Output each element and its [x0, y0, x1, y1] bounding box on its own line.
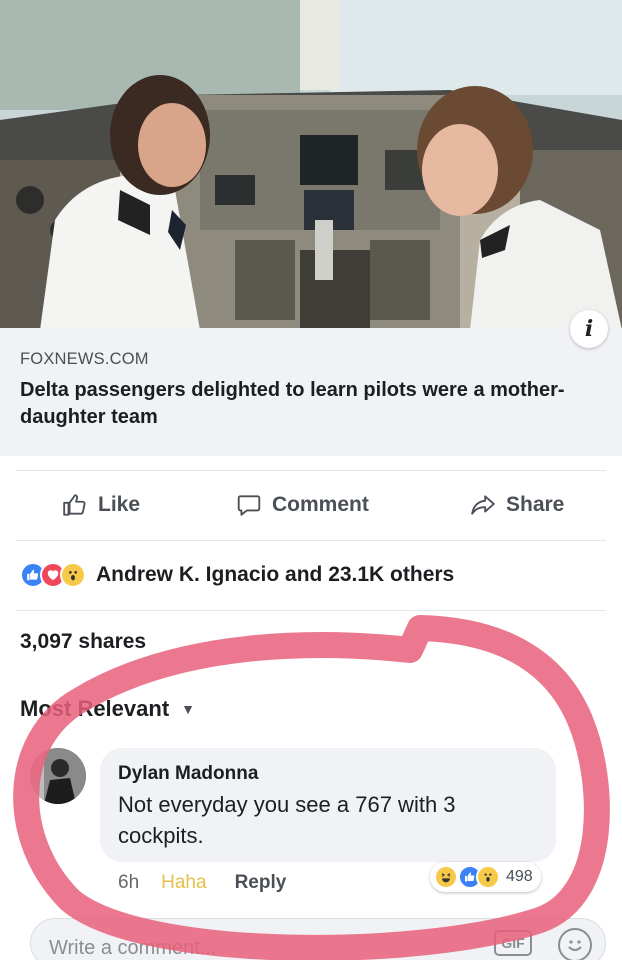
comment-text: Not everyday you see a 767 with 3 cockpi… — [118, 792, 456, 848]
avatar[interactable] — [30, 748, 86, 804]
wow-icon — [60, 562, 86, 588]
comment-reaction-count: 498 — [506, 868, 533, 885]
divider — [16, 610, 606, 611]
like-button[interactable]: Like — [62, 492, 140, 518]
link-preview[interactable]: FOXNEWS.COM Delta passengers delighted t… — [0, 328, 622, 456]
gif-button[interactable]: GIF — [494, 930, 532, 956]
divider — [16, 470, 606, 471]
share-label: Share — [506, 493, 565, 516]
haha-reaction-button[interactable]: Haha — [161, 872, 206, 894]
comment-actions: 6h Haha Reply — [118, 872, 286, 894]
article-image[interactable] — [0, 0, 622, 328]
comment-button[interactable]: Comment — [236, 492, 369, 518]
comment-reactions[interactable]: 498 — [430, 862, 541, 892]
reply-button[interactable]: Reply — [235, 872, 287, 894]
shares-count[interactable]: 3,097 shares — [20, 630, 146, 654]
comment-author[interactable]: Dylan Madonna — [118, 763, 538, 785]
thumbs-up-icon — [63, 494, 86, 516]
sort-label: Most Relevant — [20, 696, 170, 721]
link-domain: FOXNEWS.COM — [20, 350, 149, 368]
link-title[interactable]: Delta passengers delighted to learn pilo… — [20, 377, 580, 431]
like-label: Like — [98, 493, 141, 516]
info-icon[interactable]: i — [570, 310, 608, 348]
divider — [16, 540, 606, 541]
comment-timestamp[interactable]: 6h — [118, 872, 139, 894]
share-button[interactable]: Share — [470, 492, 564, 518]
comment-icon — [237, 495, 261, 516]
comment-bubble: Dylan Madonna Not everyday you see a 767… — [100, 748, 556, 862]
haha-icon — [434, 865, 458, 889]
chevron-down-icon: ▼ — [181, 701, 196, 717]
share-arrow-icon — [471, 495, 495, 515]
wow-icon — [476, 865, 500, 889]
reactors-text[interactable]: Andrew K. Ignacio and 23.1K others — [96, 563, 454, 587]
comment-sort-dropdown[interactable]: Most Relevant ▼ — [20, 696, 195, 722]
comment-label: Comment — [272, 493, 369, 516]
emoji-icon[interactable] — [558, 928, 592, 960]
reactions-summary[interactable]: Andrew K. Ignacio and 23.1K others — [20, 558, 454, 592]
